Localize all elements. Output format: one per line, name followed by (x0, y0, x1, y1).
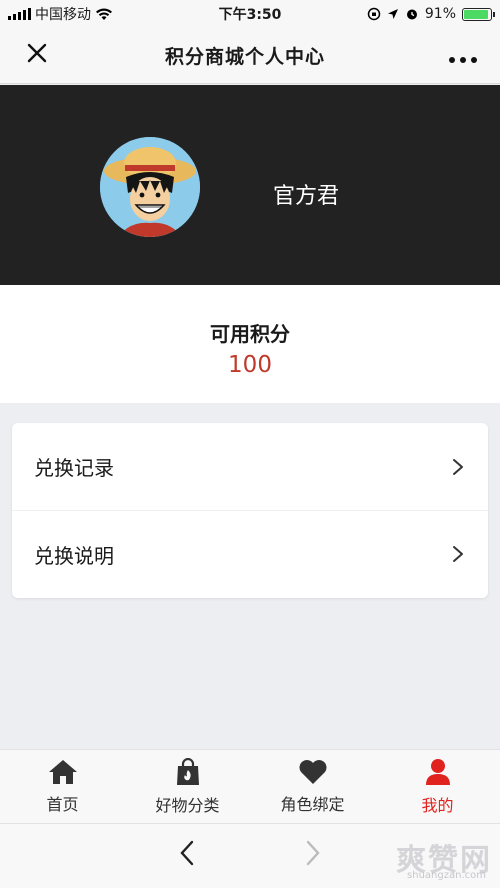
tab-bar: 首页 好物分类 角色绑定 我的 (0, 749, 500, 823)
chevron-right-icon (306, 840, 320, 865)
heart-icon (299, 759, 326, 784)
menu-item-exchange-rules[interactable]: 兑换说明 (12, 510, 488, 597)
user-icon (425, 758, 450, 785)
battery-icon (462, 7, 495, 21)
tab-label: 首页 (46, 794, 79, 814)
wifi-icon (96, 8, 112, 20)
signal-icon (8, 8, 31, 20)
profile-header: 官方君 (0, 85, 500, 285)
back-button[interactable] (179, 839, 195, 874)
chevron-right-icon (453, 546, 463, 562)
tab-label: 我的 (421, 795, 454, 815)
location-icon (387, 9, 398, 19)
bag-icon (176, 757, 199, 785)
points-label: 可用积分 (210, 322, 290, 346)
page-title: 积分商城个人中心 (164, 46, 325, 68)
menu-item-label: 兑换记录 (34, 456, 114, 480)
tab-label: 角色绑定 (280, 794, 345, 814)
avatar-image (100, 137, 200, 237)
status-bar: 中国移动 下午3:50 91% (0, 0, 500, 28)
status-right: 91% (322, 6, 495, 22)
carrier-label: 中国移动 (35, 7, 91, 23)
tab-home[interactable]: 首页 (0, 750, 125, 823)
more-icon[interactable] (438, 41, 478, 71)
menu-item-exchange-records[interactable]: 兑换记录 (12, 423, 488, 510)
tab-role-binding[interactable]: 角色绑定 (250, 750, 375, 823)
tab-mine[interactable]: 我的 (375, 750, 500, 823)
menu-item-label: 兑换说明 (34, 543, 114, 568)
chevron-right-icon (453, 458, 463, 475)
tab-label: 好物分类 (155, 795, 220, 815)
battery-fill (464, 9, 488, 19)
status-left: 中国移动 (8, 4, 178, 24)
chevron-left-icon (180, 840, 194, 865)
watermark-url: shuangzan.com (407, 870, 486, 881)
status-time: 下午3:50 (218, 7, 282, 23)
home-icon (48, 759, 77, 784)
forward-button[interactable] (305, 839, 321, 874)
menu-card: 兑换记录 兑换说明 (12, 423, 488, 598)
username: 官方君 (273, 184, 340, 209)
alarm-icon (406, 9, 417, 20)
avatar[interactable] (100, 137, 200, 237)
close-icon[interactable] (22, 41, 52, 71)
points-panel: 可用积分 100 (0, 285, 500, 403)
tab-categories[interactable]: 好物分类 (125, 750, 250, 823)
battery-percent: 91% (424, 6, 456, 22)
rotation-lock-icon (367, 7, 381, 21)
nav-bar: 积分商城个人中心 (0, 28, 500, 84)
points-value: 100 (228, 352, 272, 378)
